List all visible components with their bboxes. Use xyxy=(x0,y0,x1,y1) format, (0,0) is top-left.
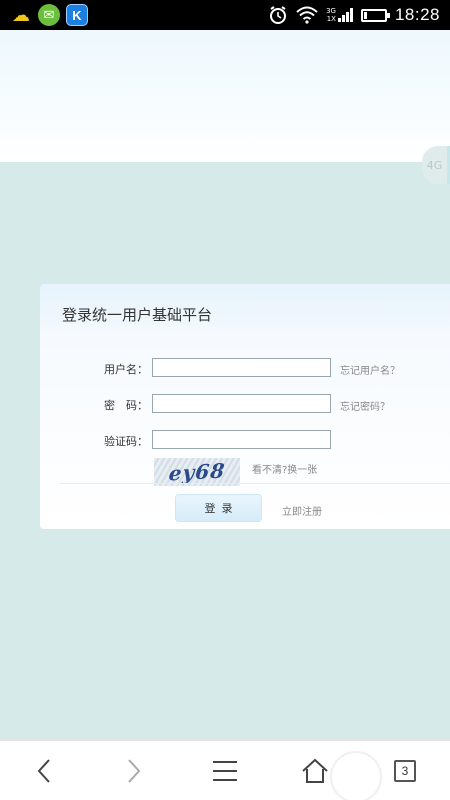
forgot-username-link[interactable]: 忘记用户名？ xyxy=(340,362,400,377)
captcha-input[interactable] xyxy=(152,430,331,449)
captcha-refresh-link[interactable]: 看不清?换一张 xyxy=(252,461,317,476)
side-tab-label: 4G xyxy=(426,158,443,172)
status-bar: ☁ ✉ K 3G 1X 18:28 xyxy=(0,0,450,30)
menu-button[interactable] xyxy=(195,741,255,800)
forward-icon xyxy=(128,759,141,783)
network-3g-label: 3G xyxy=(326,7,336,15)
login-button[interactable]: 登录 xyxy=(175,494,262,522)
weather-icon: ☁ xyxy=(12,4,30,26)
username-input[interactable] xyxy=(152,358,331,377)
menu-icon xyxy=(213,761,237,781)
network-type: 3G 1X xyxy=(326,7,336,23)
page-title: 登录统一用户基础平台 xyxy=(62,306,213,324)
home-button[interactable] xyxy=(285,741,345,800)
clock: 18:28 xyxy=(394,5,440,24)
chat-app-icon: ✉ xyxy=(38,4,60,26)
back-icon xyxy=(37,759,50,783)
signal-icon xyxy=(337,8,353,22)
status-bar-left: ☁ ✉ K xyxy=(10,4,88,26)
status-bar-right: 3G 1X 18:28 xyxy=(268,5,440,25)
password-label: 密 码： xyxy=(104,399,148,412)
wifi-icon xyxy=(296,6,318,24)
home-icon xyxy=(302,758,328,783)
network-side-tab[interactable]: 4G xyxy=(422,146,450,184)
back-button[interactable] xyxy=(14,741,74,800)
captcha-text: ey68 xyxy=(167,458,227,486)
k-app-icon: K xyxy=(66,4,88,26)
captcha-label: 验证码： xyxy=(104,435,148,448)
panel-divider xyxy=(60,483,450,484)
page-header-band xyxy=(0,30,450,162)
register-link[interactable]: 立即注册 xyxy=(282,503,322,518)
captcha-image[interactable]: ey68 xyxy=(154,458,240,486)
tabs-button[interactable]: 3 xyxy=(375,741,435,800)
network-1x-label: 1X xyxy=(326,15,336,23)
username-label: 用户名： xyxy=(104,363,148,376)
browser-bottom-bar: 3 xyxy=(0,740,450,800)
tabs-icon: 3 xyxy=(394,760,416,782)
login-panel: 登录统一用户基础平台 用户名： 忘记用户名？ 密 码： 忘记密码？ 验证码： e… xyxy=(40,284,450,529)
password-input[interactable] xyxy=(152,394,331,413)
forward-button[interactable] xyxy=(104,741,164,800)
forgot-password-link[interactable]: 忘记密码？ xyxy=(340,398,390,413)
battery-icon xyxy=(360,8,390,22)
alarm-icon xyxy=(270,6,287,24)
